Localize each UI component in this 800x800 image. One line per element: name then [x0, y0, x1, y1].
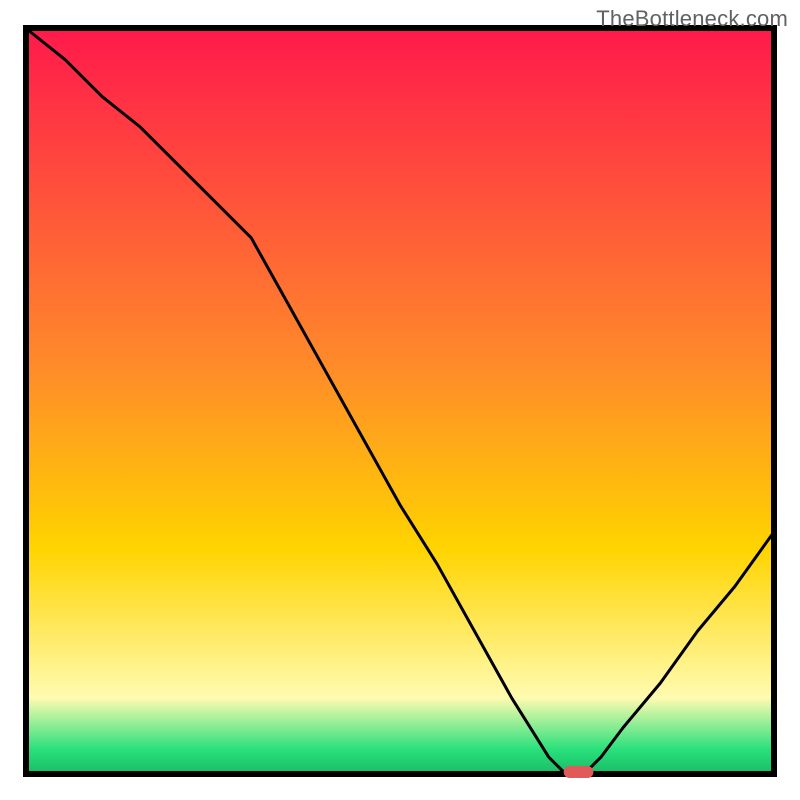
bottleneck-chart: TheBottleneck.com — [0, 0, 800, 800]
optimum-marker — [564, 766, 594, 778]
chart-svg — [0, 0, 800, 800]
watermark: TheBottleneck.com — [596, 6, 788, 32]
